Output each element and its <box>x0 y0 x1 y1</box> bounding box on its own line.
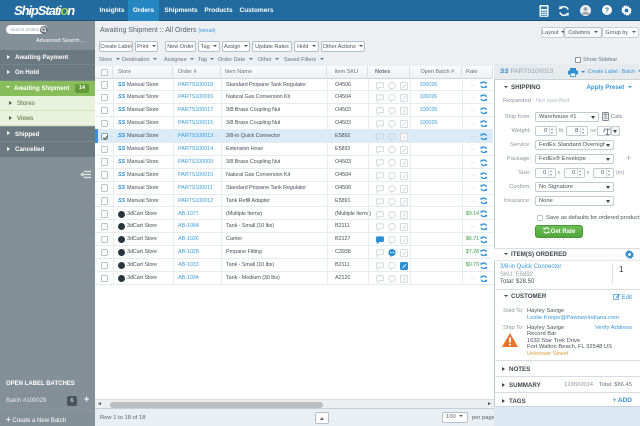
svg-text:?: ? <box>605 7 609 14</box>
